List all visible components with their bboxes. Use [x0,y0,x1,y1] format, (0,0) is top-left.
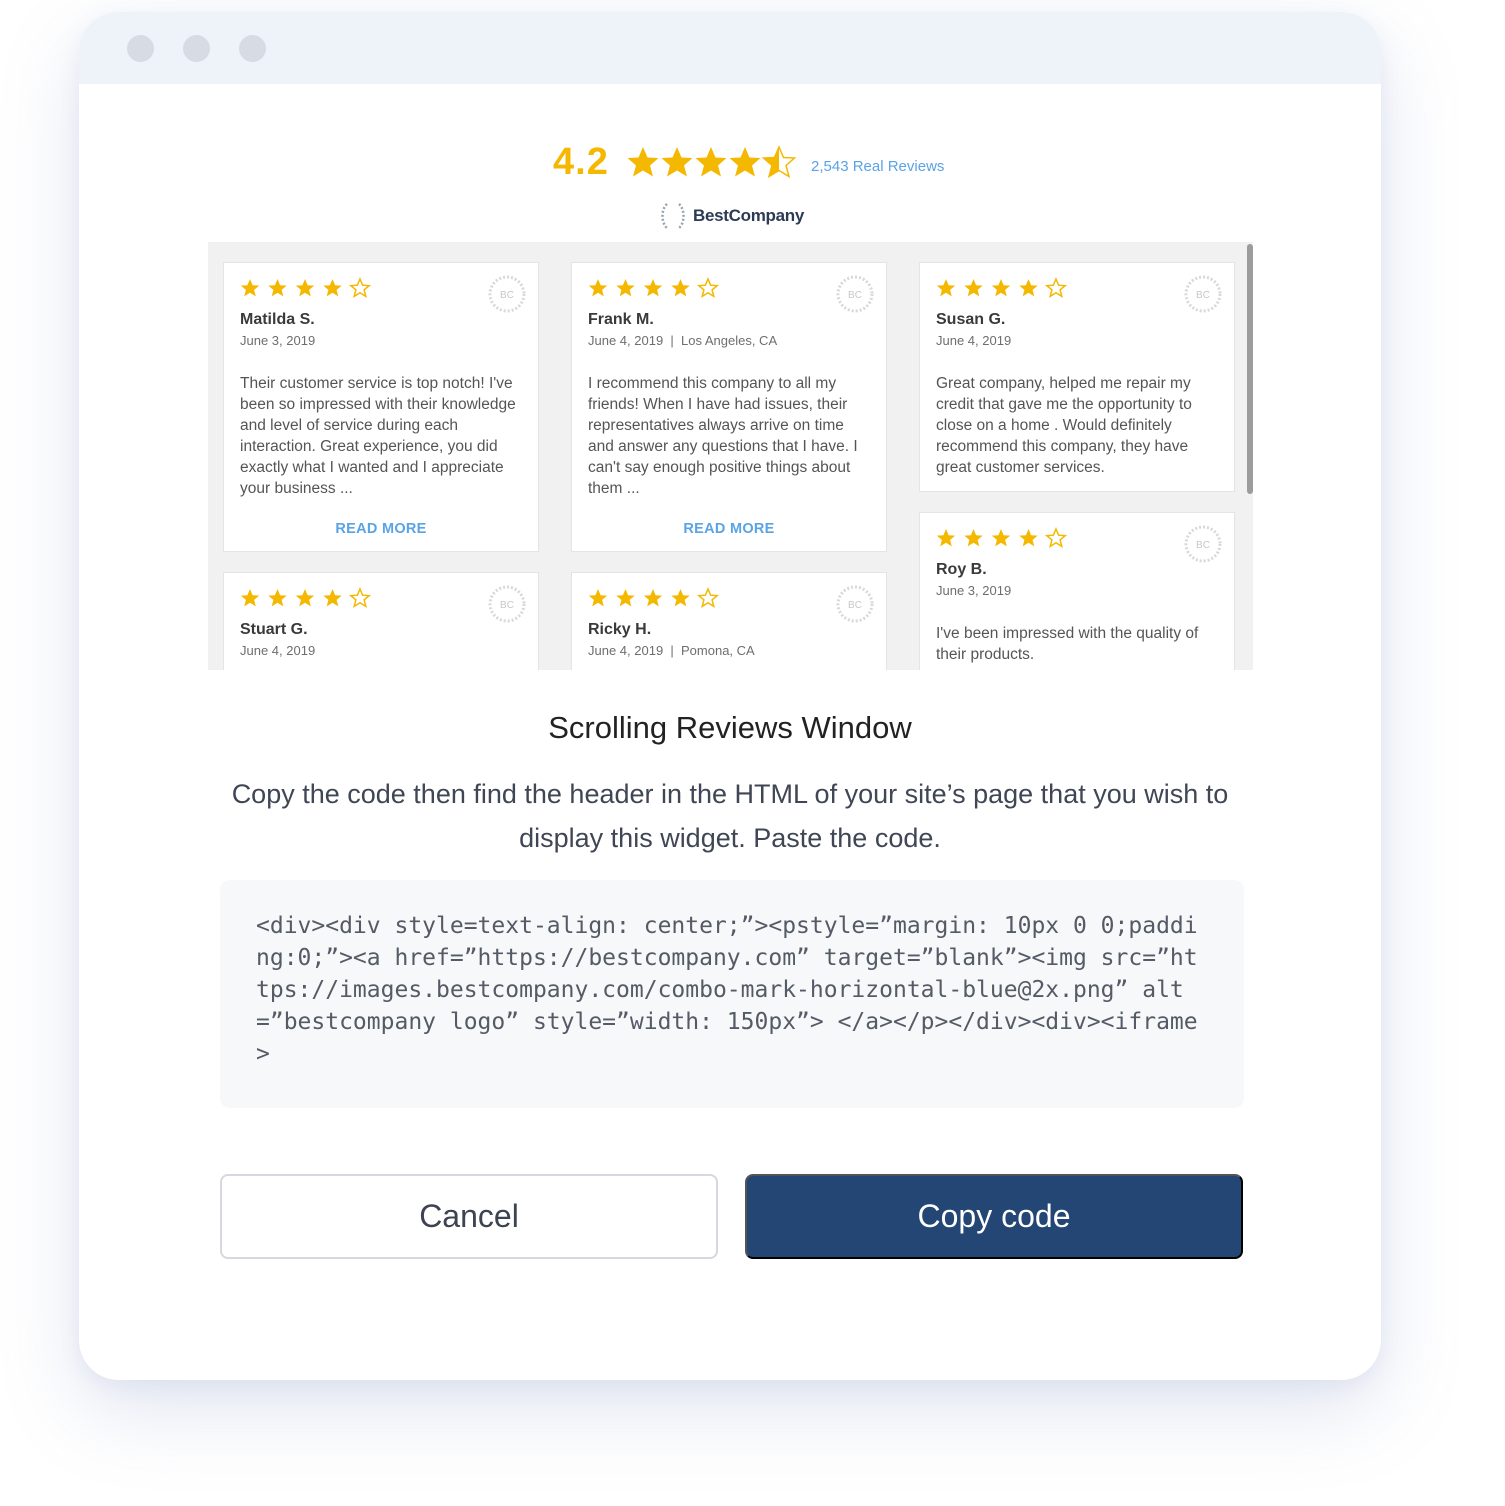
review-meta: June 4, 2019 [936,333,1012,348]
window-dot-close[interactable] [127,35,154,62]
star-filled-icon [295,279,315,297]
star-filled-icon [323,279,342,297]
review-text: Great company, helped me repair my credi… [936,375,1192,476]
star-filled-icon [936,529,956,547]
review-meta: June 3, 2019 [240,333,316,348]
bc-badge-icon: BC [836,585,874,623]
bc-badge-icon: BC [836,275,874,313]
review-meta: June 4, 2019 [240,643,316,658]
widget-preview: 4.2 2,543 Real Reviews BestCompany BC Ma… [208,132,1253,670]
bc-badge-icon: BC [1184,275,1222,313]
badge-label: BC [1196,290,1210,301]
review-card[interactable]: BC Stuart G. June 4, 2019 [223,572,539,670]
badge-label: BC [500,290,514,301]
star-filled-icon [1019,279,1038,297]
star-filled-icon [240,279,260,297]
dialog-description: Copy the code then find the header in th… [231,779,1229,853]
star-empty-icon [696,587,720,609]
star-filled-icon [616,589,635,607]
dialog-title: Scrolling Reviews Window [548,710,912,745]
star-filled-icon [588,589,608,607]
reviewer-name: Roy B. [936,561,987,578]
reviewer-name: Ricky H. [588,621,652,638]
star-filled-icon [268,279,287,297]
star-empty-icon [1044,527,1068,549]
star-filled-icon [991,529,1011,547]
badge-label: BC [848,290,862,301]
review-count-link[interactable]: 2,543 Real Reviews [811,158,944,175]
review-card[interactable]: BC Roy B. June 3, 2019 I've been impressed … [919,512,1235,670]
review-stars-icon [588,587,720,609]
rating-score: 4.2 [553,141,609,183]
bc-badge-icon: BC [488,585,526,623]
review-card[interactable]: BC Matilda S. June 3, 2019 Their customer s… [223,262,539,552]
review-stars-icon [240,277,372,299]
badge-label: BC [1196,540,1210,551]
star-filled-icon [964,279,983,297]
star-filled-icon [295,589,315,607]
bc-badge-icon: BC [488,275,526,313]
brand-logo[interactable]: BestCompany [657,199,804,233]
read-more-link[interactable]: READ MORE [224,521,538,537]
reviewer-name: Frank M. [588,311,654,328]
star-empty-icon [696,277,720,299]
star-filled-icon [671,279,690,297]
review-stars-icon [936,527,1068,549]
star-empty-icon [348,277,372,299]
star-filled-icon [936,279,956,297]
window-titlebar [79,12,1381,84]
window-dot-minimize[interactable] [183,35,210,62]
laurel-logo-icon [661,203,685,229]
badge-label: BC [848,600,862,611]
browser-window: 4.2 2,543 Real Reviews BestCompany BC Ma… [79,12,1381,1380]
star-filled-icon [616,279,635,297]
review-stars-icon [588,277,720,299]
copy-code-button[interactable]: Copy code [745,1174,1243,1259]
review-card[interactable]: BC Frank M. June 4, 2019 | Los Angeles, CA… [571,262,887,552]
star-filled-icon [268,589,287,607]
star-filled-icon [588,279,608,297]
review-meta: June 3, 2019 [936,583,1012,598]
cancel-button[interactable]: Cancel [220,1174,718,1259]
star-filled-icon [323,589,342,607]
review-card[interactable]: BC Susan G. June 4, 2019 Great company, hel… [919,262,1235,492]
star-empty-icon [1044,277,1068,299]
review-stars-icon [240,587,372,609]
window-dot-maximize[interactable] [239,35,266,62]
star-empty-icon [348,587,372,609]
rating-summary: 4.2 2,543 Real Reviews [208,132,1253,192]
review-text: I've been impressed with the quality of … [936,625,1199,663]
star-filled-icon [671,589,690,607]
star-filled-icon [643,589,663,607]
brand-name: BestCompany [693,206,805,225]
review-text: I recommend this company to all my frien… [588,375,858,497]
review-stars-icon [936,277,1068,299]
star-filled-icon [991,279,1011,297]
reviews-grid[interactable]: BC Matilda S. June 3, 2019 Their customer s… [208,242,1253,670]
embed-code-box[interactable]: <div><div style=text-align: center;”><ps… [220,880,1244,1108]
star-filled-icon [240,589,260,607]
review-text: Their customer service is top notch! I'v… [240,375,516,497]
summary-stars-icon [627,146,796,178]
review-meta: June 4, 2019 | Los Angeles, CA [588,333,778,348]
read-more-link[interactable]: READ MORE [572,521,886,537]
badge-label: BC [500,600,514,611]
reviews-scrollbar[interactable] [1247,244,1253,494]
star-filled-icon [964,529,983,547]
review-meta: June 4, 2019 | Pomona, CA [588,643,755,658]
reviewer-name: Susan G. [936,311,1006,328]
reviewer-name: Stuart G. [240,621,308,638]
embed-code[interactable]: <div><div style=text-align: center;”><ps… [256,910,1208,1070]
bc-badge-icon: BC [1184,525,1222,563]
review-card[interactable]: BC Ricky H. June 4, 2019 | Pomona, CA [571,572,887,670]
star-filled-icon [643,279,663,297]
star-filled-icon [1019,529,1038,547]
reviewer-name: Matilda S. [240,311,315,328]
